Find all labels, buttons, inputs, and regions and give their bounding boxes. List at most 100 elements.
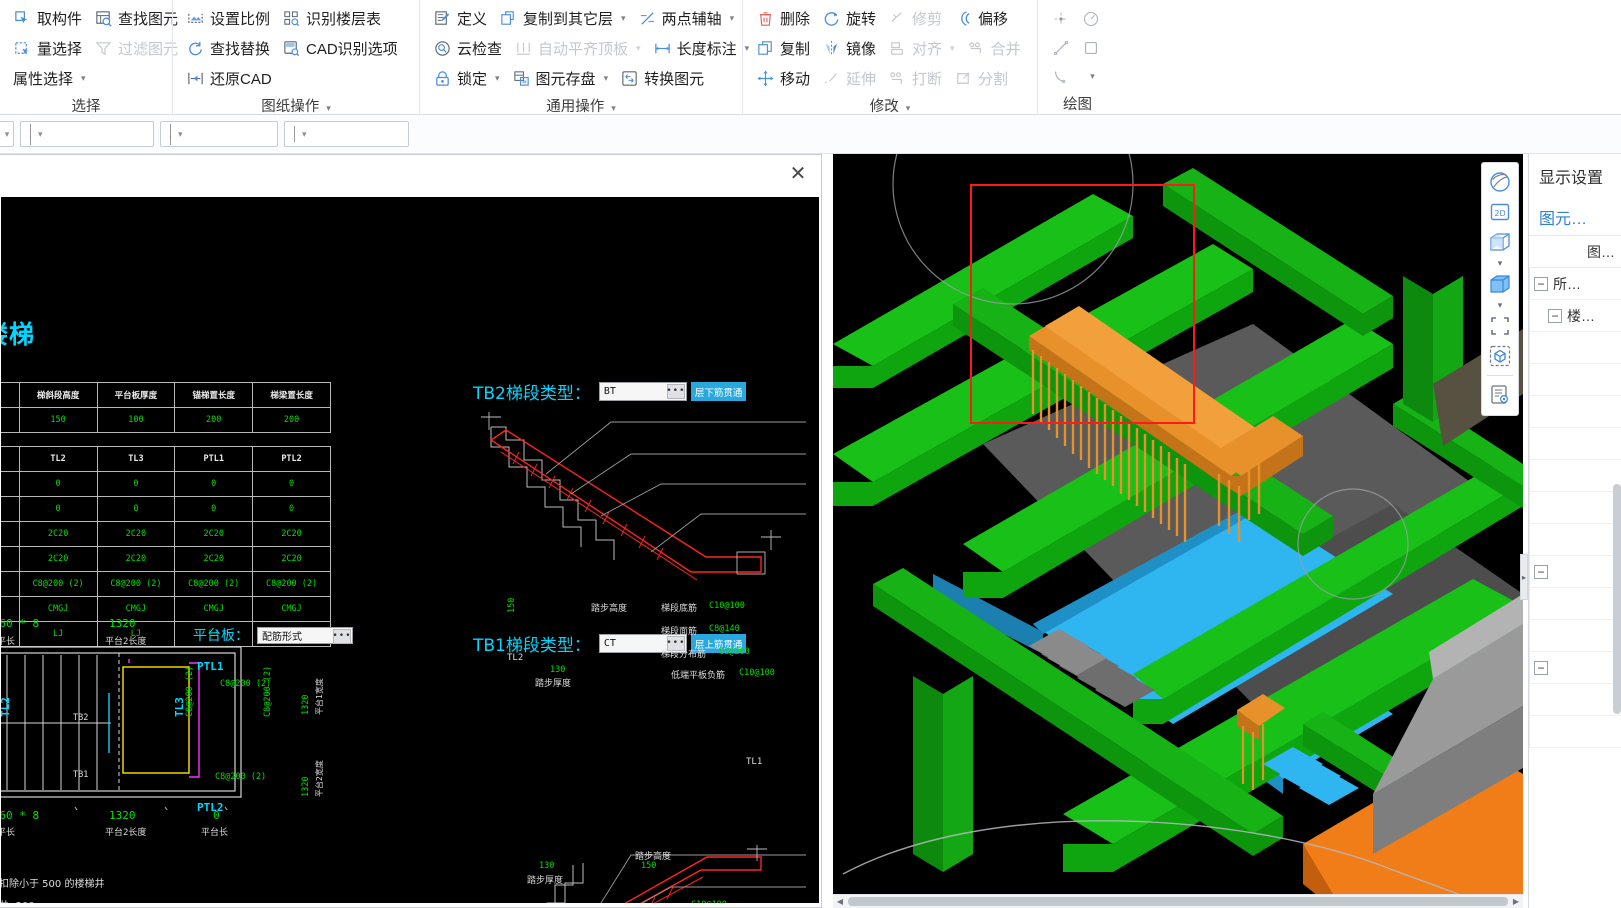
solid-box-icon bbox=[1490, 275, 1510, 293]
table-cell: 2C20 bbox=[252, 546, 331, 572]
floor-combo[interactable]: 楼梯 ▾ bbox=[20, 121, 154, 147]
group-title-text: 图纸操作 bbox=[261, 99, 320, 115]
cad-note-2-text: 最起步踏高共: 300 bbox=[1, 901, 35, 903]
merge-button[interactable]: 合并 bbox=[962, 35, 1028, 62]
panel-collapse-handle[interactable]: ▸ bbox=[1520, 554, 1528, 600]
scroll-left-icon[interactable]: ◀ bbox=[833, 897, 847, 906]
expander-icon[interactable]: − bbox=[1534, 276, 1548, 291]
property-select-button[interactable]: 属性选择 ▾ bbox=[8, 65, 93, 92]
solid-dropdown[interactable]: ▾ bbox=[1498, 299, 1503, 311]
3d-viewport[interactable]: 2D ▾ ▾ bbox=[833, 154, 1523, 908]
rectangle-tool-button[interactable] bbox=[1078, 35, 1104, 60]
close-icon[interactable]: ✕ bbox=[783, 160, 813, 188]
define-button[interactable]: 定义 bbox=[428, 5, 494, 32]
tree-row[interactable]: − 所… bbox=[1530, 268, 1621, 300]
tools-divider bbox=[1487, 375, 1513, 376]
lock-button[interactable]: 锁定 ▾ bbox=[428, 65, 507, 92]
tree-row[interactable]: − 楼… bbox=[1530, 300, 1621, 332]
arc-dropdown-button[interactable]: ▾ bbox=[1078, 64, 1104, 89]
category-combo-value: 楼梯 bbox=[170, 123, 171, 145]
solid-box-button[interactable] bbox=[1485, 269, 1515, 299]
cad-parameter-table: 井宽度 梯斜段高度 平台板厚度 锚梯置长度 梯梁置长度 0 150 100 20… bbox=[1, 382, 331, 433]
rotate-button[interactable]: 旋转 bbox=[817, 5, 883, 32]
tree-row[interactable]: − bbox=[1530, 652, 1621, 684]
wireframe-box-button[interactable] bbox=[1485, 227, 1515, 257]
platform-slab-more-button[interactable]: ••• bbox=[332, 628, 351, 644]
offset-button[interactable]: 偏移 bbox=[949, 5, 1015, 32]
set-scale-button[interactable]: 设置比例 bbox=[181, 5, 277, 32]
tb2-type-input[interactable]: BT ••• bbox=[598, 382, 687, 401]
align-button[interactable]: 对齐 ▾ bbox=[883, 35, 962, 62]
panel-tab-element[interactable]: 图元… bbox=[1529, 198, 1621, 236]
isolate-element-button[interactable] bbox=[1485, 341, 1515, 371]
copy-to-other-floor-button[interactable]: 复制到其它层 ▾ bbox=[494, 5, 633, 32]
extend-button[interactable]: 延伸 bbox=[817, 65, 883, 92]
tree-row[interactable]: − bbox=[1530, 556, 1621, 588]
viewport-horizontal-scrollbar[interactable]: ◀ ▶ bbox=[833, 894, 1523, 908]
scroll-right-icon[interactable]: ▶ bbox=[1509, 897, 1523, 906]
expander-icon[interactable]: − bbox=[1548, 308, 1562, 323]
merge-icon bbox=[968, 42, 981, 54]
lock-icon bbox=[436, 71, 449, 86]
scroll-thumb[interactable] bbox=[848, 897, 1508, 906]
pick-element-button[interactable]: 取构件 bbox=[8, 5, 89, 32]
batch-select-button[interactable]: 量选择 bbox=[8, 35, 89, 62]
platform-slab-input[interactable]: 配筋形式 ••• bbox=[257, 626, 353, 644]
point-icon bbox=[1054, 12, 1068, 25]
display-settings-button[interactable] bbox=[1485, 380, 1515, 410]
split-button[interactable]: 分割 bbox=[949, 65, 1015, 92]
line-tool-button[interactable] bbox=[1048, 35, 1074, 60]
tree-row-label: 楼… bbox=[1567, 307, 1595, 324]
table-cell: 0 bbox=[96, 471, 176, 497]
copy-button[interactable]: 复制 bbox=[751, 35, 817, 62]
ribbon-group-select: 取构件 查找图元 量选择 过滤图元 属性选择 ▾ 选择 bbox=[0, 0, 178, 115]
mirror-button[interactable]: 镜像 bbox=[817, 35, 883, 62]
set-scale-icon bbox=[188, 13, 203, 23]
tb2-type-more-button[interactable]: ••• bbox=[666, 384, 685, 399]
chevron-down-icon: ▾ bbox=[81, 73, 86, 83]
svg-text:2D: 2D bbox=[1494, 209, 1505, 218]
expander-icon[interactable]: − bbox=[1534, 660, 1548, 675]
delete-button[interactable]: 删除 bbox=[751, 5, 817, 32]
restore-cad-button[interactable]: 还原CAD bbox=[181, 65, 279, 92]
move-button[interactable]: 移动 bbox=[751, 65, 817, 92]
tb2-type-badge: 层下筋贯通 bbox=[690, 382, 747, 401]
two-point-axis-button[interactable]: 两点辅轴 ▾ bbox=[633, 5, 742, 32]
recognize-floor-table-button[interactable]: 识别楼层表 bbox=[277, 5, 388, 32]
arc-tool-button[interactable] bbox=[1048, 64, 1074, 89]
break-button[interactable]: 打断 bbox=[883, 65, 949, 92]
cloud-check-button[interactable]: 云检查 bbox=[428, 35, 509, 62]
view-2d-button[interactable]: 2D bbox=[1485, 197, 1515, 227]
viewport-vertical-scrollbar[interactable] bbox=[1613, 484, 1621, 714]
save-element-button[interactable]: 图元存盘 ▾ bbox=[507, 65, 616, 92]
find-replace-button[interactable]: 查找替换 bbox=[181, 35, 277, 62]
property-select-label: 属性选择 bbox=[13, 71, 74, 88]
circle-tool-button[interactable] bbox=[1078, 6, 1104, 31]
hidden-combo-stub[interactable]: ▾ bbox=[0, 121, 14, 147]
cad-canvas[interactable]: 楼梯 井宽度 梯斜段高度 平台板厚度 锚梯置长度 梯梁置长度 0 150 bbox=[1, 197, 819, 903]
table-header-cell: 梯梁置长度 bbox=[252, 382, 331, 408]
view-2d-icon: 2D bbox=[1490, 203, 1510, 221]
element-combo[interactable]: LT2 ▾ bbox=[284, 121, 409, 147]
category-combo[interactable]: 楼梯 ▾ bbox=[160, 121, 278, 147]
rotate-icon bbox=[824, 12, 839, 26]
point-tool-button[interactable] bbox=[1048, 6, 1074, 31]
convert-element-button[interactable]: 转换图元 bbox=[615, 65, 711, 92]
chevron-down-icon: ▾ bbox=[302, 128, 307, 139]
plan-h2-caption: 平台2宽度 bbox=[315, 760, 324, 797]
cad-recognize-options-button[interactable]: CAD识别选项 bbox=[277, 35, 405, 62]
expander-icon[interactable]: − bbox=[1534, 564, 1548, 579]
find-element-button[interactable]: 查找图元 bbox=[89, 5, 185, 32]
length-dimension-button[interactable]: 长度标注 ▾ bbox=[648, 35, 757, 62]
filter-element-button[interactable]: 过滤图元 bbox=[89, 35, 185, 62]
restore-cad-icon bbox=[188, 72, 203, 85]
tree-row-blank bbox=[1530, 620, 1621, 652]
panel-column-header: 图… bbox=[1529, 236, 1621, 268]
orbit-button[interactable] bbox=[1485, 167, 1515, 197]
trim-button[interactable]: 修剪 bbox=[883, 5, 949, 32]
wireframe-dropdown[interactable]: ▾ bbox=[1498, 257, 1503, 269]
ribbon-group-common-ops: 定义 复制到其它层 ▾ 两点辅轴 ▾ 云检查 自动平齐顶板 ▾ 长度标注 ▾ 锁… bbox=[419, 0, 749, 115]
crop-region-button[interactable] bbox=[1485, 311, 1515, 341]
plan-tl2-left-label: TL2 bbox=[1, 697, 12, 717]
auto-align-top-button[interactable]: 自动平齐顶板 ▾ bbox=[509, 35, 648, 62]
